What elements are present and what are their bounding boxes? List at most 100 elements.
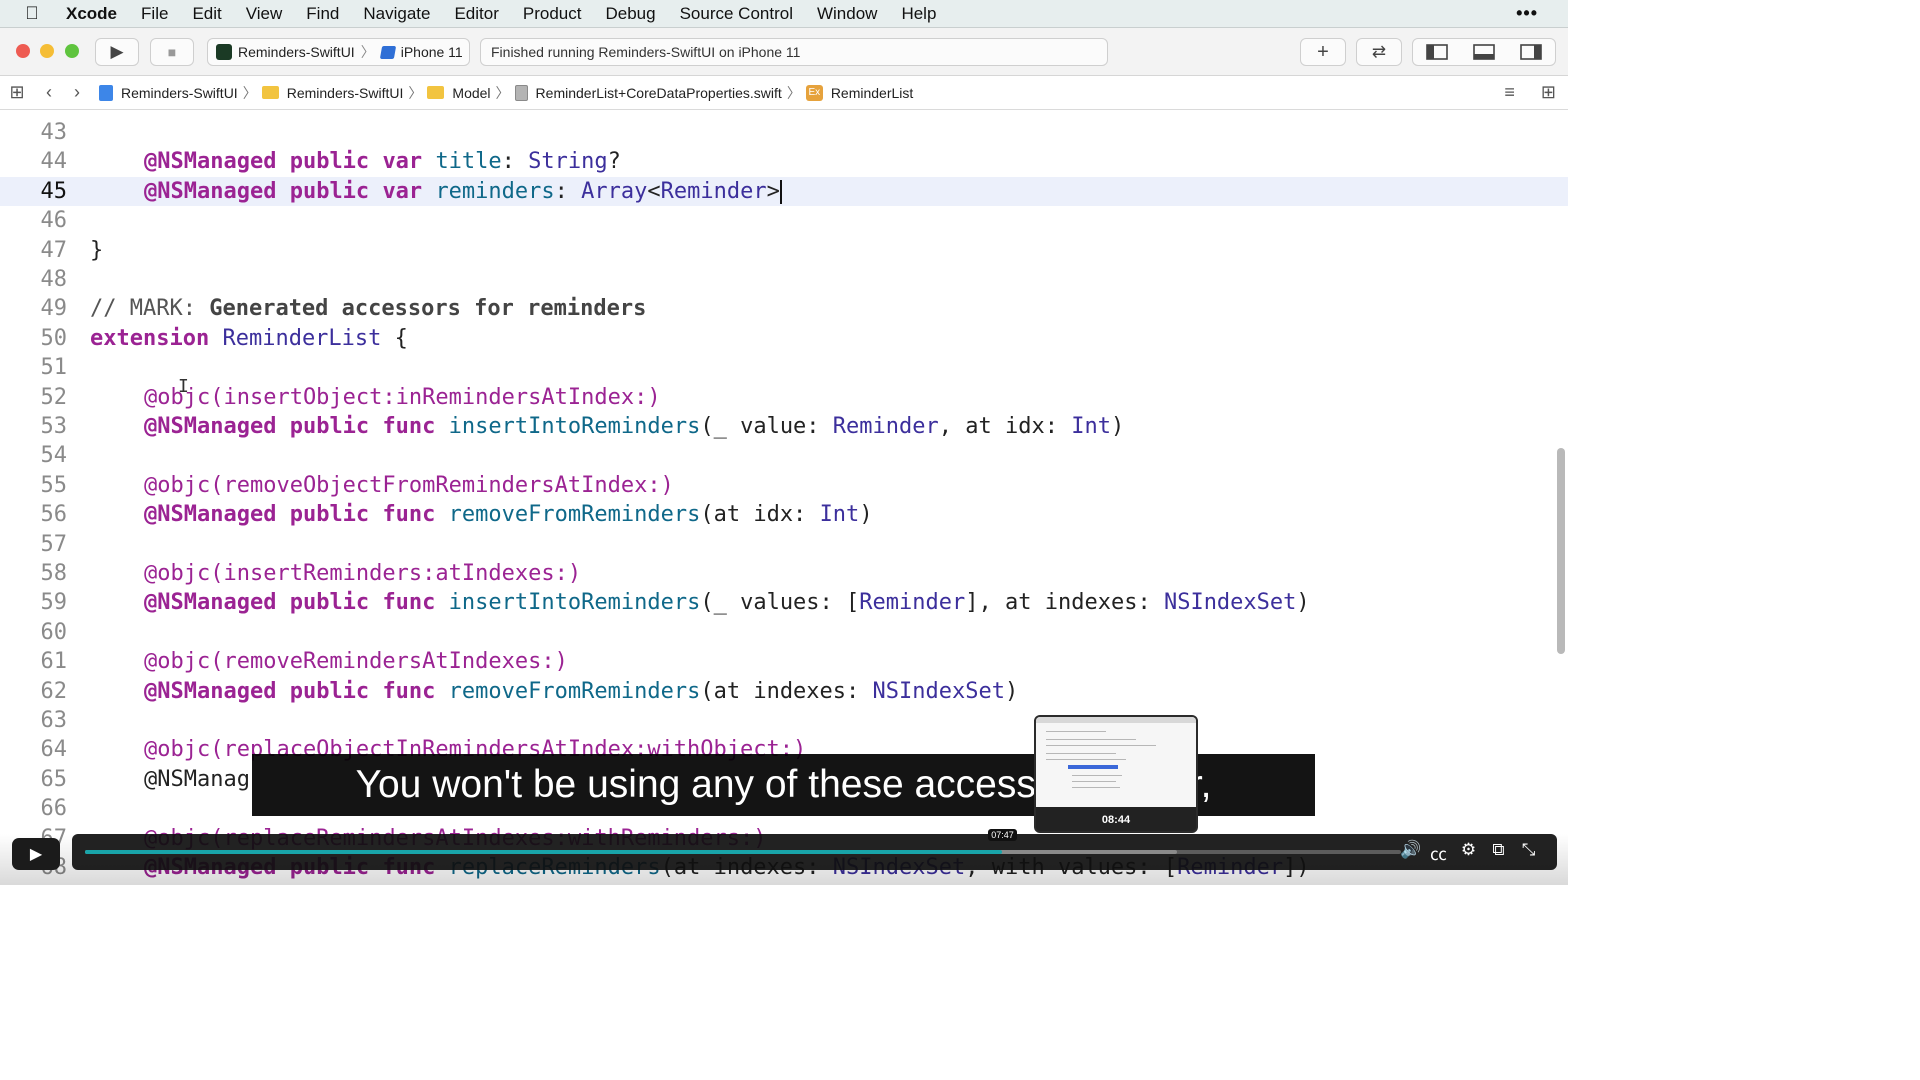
add-editor-icon[interactable]: ⊞ [1541,82,1556,103]
code-token: ) [1296,590,1310,616]
video-progress-track[interactable]: 07:47 🔊 ㏄ ⚙ ⧉ ⤡ [72,829,1557,870]
code-review-button[interactable]: ⇄ [1356,38,1402,66]
menu-help[interactable]: Help [889,4,948,24]
code-token: (at indexes: [700,678,873,704]
code-token: Array [581,178,648,204]
code-line[interactable]: 44 @NSManaged public var title: String? [0,147,1568,176]
code-line[interactable]: 53 @NSManaged public func insertIntoRemin… [0,412,1568,441]
code-token: Generated accessors for reminders [209,296,647,322]
code-line[interactable]: 59 @NSManaged public func insertIntoRemin… [0,588,1568,617]
back-icon[interactable]: ‹ [37,82,61,103]
menu-navigate[interactable]: Navigate [351,4,442,24]
related-items-icon[interactable]: ⊞ [5,82,29,103]
code-line[interactable]: 43 [0,118,1568,147]
breadcrumb-label: Reminders-SwiftUI [286,84,404,101]
breadcrumb-project[interactable]: Reminders-SwiftUI 〉 [99,83,262,103]
picture-in-picture-icon[interactable]: ⧉ [1490,840,1507,865]
code-text: @NSManaged public var title: String? [144,147,621,176]
forward-icon[interactable]: › [65,82,89,103]
line-number: 53 [40,414,68,439]
menu-file[interactable]: File [129,4,180,24]
breadcrumb-model[interactable]: Model 〉 [427,83,514,103]
run-button[interactable]: ▶ [95,38,139,66]
breadcrumb-group[interactable]: Reminders-SwiftUI 〉 [261,83,428,103]
code-line[interactable]: 57 [0,530,1568,559]
code-line[interactable]: 62 @NSManaged public func removeFromRemin… [0,677,1568,706]
code-token: public [289,678,370,704]
code-token: func [382,678,436,704]
code-token: public [289,149,370,175]
code-line[interactable]: 48 [0,265,1568,294]
menu-view[interactable]: View [234,4,295,24]
menu-product[interactable]: Product [511,4,594,24]
preview-image [1036,717,1196,807]
line-number: 51 [40,355,68,381]
navigator-toggle-icon[interactable] [1425,44,1448,60]
code-line[interactable]: 63 [0,706,1568,735]
code-line[interactable]: 47} [0,236,1568,265]
device-name[interactable]: iPhone 11 [401,44,463,60]
close-window-button[interactable] [16,44,30,58]
code-line[interactable]: 56 @NSManaged public func removeFromRemin… [0,500,1568,529]
menu-debug[interactable]: Debug [593,4,667,24]
menu-app-xcode[interactable]: Xcode [64,4,129,24]
code-token: @NSManag [144,766,250,792]
line-number: 46 [40,208,68,234]
code-token: ) [1004,678,1019,704]
code-token: @NSManaged [144,149,277,175]
video-play-button[interactable]: ▶ [12,838,60,870]
code-token: // MARK: [90,296,210,322]
inspector-toggle-icon[interactable] [1520,44,1543,60]
code-line[interactable]: 51 [0,353,1568,382]
captions-icon[interactable]: ㏄ [1430,840,1447,865]
code-line[interactable]: 60 [0,618,1568,647]
volume-icon[interactable]: 🔊 [1400,840,1421,865]
code-token: @objc(insertObject:inRemindersAtIndex:) [144,384,661,410]
code-token: < [647,178,661,204]
scheme-selector[interactable]: Reminders-SwiftUI 〉 iPhone 11 [207,38,470,66]
scheme-name[interactable]: Reminders-SwiftUI [238,44,355,60]
breadcrumb-file[interactable]: ReminderList+CoreDataProperties.swift 〉 [514,83,806,103]
breadcrumb-symbol[interactable]: Ex ReminderList [805,84,913,101]
debug-area-toggle-icon[interactable] [1473,44,1495,60]
settings-icon[interactable]: ⚙ [1460,840,1477,865]
stop-icon: ■ [167,44,177,60]
text-caret [779,179,782,204]
more-icon[interactable]: ••• [1516,3,1538,24]
video-control-icons: 🔊 ㏄ ⚙ ⧉ ⤡ [1400,840,1537,865]
code-line[interactable]: 54 [0,441,1568,470]
menu-source-control[interactable]: Source Control [668,4,805,24]
code-line[interactable]: 61 @objc(removeRemindersAtIndexes:) [0,647,1568,676]
fullscreen-icon[interactable]: ⤡ [1520,840,1537,865]
jump-bar: ⊞ ‹ › Reminders-SwiftUI 〉 Reminders-Swif… [0,76,1568,110]
stop-button[interactable]: ■ [150,38,194,66]
menu-edit[interactable]: Edit [180,4,233,24]
code-token: Reminder [832,414,939,439]
code-line[interactable]: 50 extension ReminderList { [0,324,1568,353]
code-token: { [381,325,408,351]
code-line[interactable]: 49 // MARK: Generated accessors for remin… [0,294,1568,323]
code-line[interactable]: 55 @objc(removeObjectFromRemindersAtIndex… [0,471,1568,500]
menu-find[interactable]: Find [294,4,351,24]
apple-menu-icon[interactable]:  [0,3,64,24]
menu-editor[interactable]: Editor [442,4,510,24]
vertical-scrollbar[interactable] [1557,448,1565,654]
code-line[interactable]: 45 @NSManaged public var reminders: Array… [0,176,1568,206]
breadcrumb-separator: 〉 [242,84,257,101]
zoom-window-button[interactable] [65,44,79,58]
menu-window[interactable]: Window [805,4,889,24]
line-number: 50 [40,325,68,351]
code-line[interactable]: 58 @objc(insertReminders:atIndexes:) [0,559,1568,588]
editor-options-icon[interactable]: ≡ [1504,82,1515,103]
code-token: removeFromReminders [448,678,701,704]
minimize-window-button[interactable] [40,44,54,58]
code-line[interactable]: 52 @objc(insertObject:inRemindersAtIndex:… [0,383,1568,412]
library-button[interactable]: + [1300,38,1346,66]
code-line[interactable]: 46 [0,206,1568,235]
